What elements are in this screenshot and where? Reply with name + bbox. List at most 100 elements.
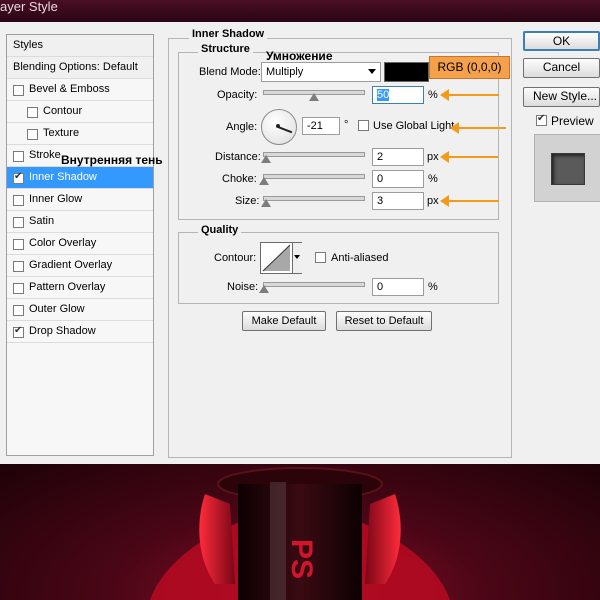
checkmark-icon: ✔ xyxy=(537,113,546,124)
background-artwork: PS xyxy=(0,464,600,600)
style-item-checkbox[interactable] xyxy=(27,107,38,118)
rocket-artwork: PS xyxy=(150,467,450,600)
anti-aliased-checkbox[interactable] xyxy=(315,252,326,263)
style-item-checkbox[interactable] xyxy=(27,129,38,140)
style-item-label: Inner Shadow xyxy=(29,171,97,183)
style-item-color-overlay[interactable]: Color Overlay xyxy=(7,233,153,255)
blending-options-label: Blending Options: Default xyxy=(13,61,138,73)
style-item-inner-shadow[interactable]: ✔ Inner Shadow xyxy=(7,167,153,189)
style-item-pattern-overlay[interactable]: Pattern Overlay xyxy=(7,277,153,299)
opacity-input[interactable]: 50 xyxy=(372,86,424,104)
style-item-gradient-overlay[interactable]: Gradient Overlay xyxy=(7,255,153,277)
new-style-button[interactable]: New Style... xyxy=(523,87,600,107)
angle-degree-unit: ° xyxy=(344,119,349,131)
annotation-inner-shadow: Внутренняя тень xyxy=(61,153,163,167)
blend-mode-label: Blend Mode: xyxy=(199,66,261,78)
choke-input[interactable]: 0 xyxy=(372,170,424,188)
style-item-checkbox[interactable]: ✔ xyxy=(13,171,24,184)
angle-dial-center xyxy=(276,124,280,128)
distance-slider-thumb[interactable] xyxy=(261,155,271,163)
style-item-checkbox[interactable] xyxy=(13,85,24,96)
style-item-drop-shadow[interactable]: ✔ Drop Shadow xyxy=(7,321,153,343)
choke-label: Choke: xyxy=(222,173,257,185)
angle-input[interactable]: -21 xyxy=(302,117,340,135)
title-bar: ayer Style xyxy=(0,0,600,22)
blend-mode-value: Multiply xyxy=(266,66,304,78)
checkmark-icon: ✔ xyxy=(14,171,23,182)
distance-unit: px xyxy=(427,151,439,163)
style-item-contour[interactable]: Contour xyxy=(7,101,153,123)
choke-slider[interactable] xyxy=(263,174,365,179)
reset-to-default-button[interactable]: Reset to Default xyxy=(336,311,432,331)
chevron-down-icon xyxy=(294,255,300,259)
size-slider-thumb[interactable] xyxy=(261,199,271,207)
contour-dropdown[interactable] xyxy=(292,243,302,273)
size-value: 3 xyxy=(377,195,384,207)
shadow-color-swatch[interactable] xyxy=(384,62,429,82)
annotation-arrow-size xyxy=(440,195,499,207)
style-item-texture[interactable]: Texture xyxy=(7,123,153,145)
styles-header-label: Styles xyxy=(13,39,43,51)
style-item-satin[interactable]: Satin xyxy=(7,211,153,233)
style-item-outer-glow[interactable]: Outer Glow xyxy=(7,299,153,321)
annotation-multiply: Умножение xyxy=(266,49,333,63)
style-item-label: Contour xyxy=(43,105,83,117)
angle-dial[interactable] xyxy=(261,109,297,145)
noise-slider-thumb[interactable] xyxy=(259,285,269,293)
style-item-label: Outer Glow xyxy=(29,303,85,315)
size-label: Size: xyxy=(235,195,260,207)
style-item-label: Pattern Overlay xyxy=(29,281,106,293)
noise-slider[interactable] xyxy=(263,282,365,287)
style-item-label: Satin xyxy=(29,215,55,227)
contour-picker[interactable] xyxy=(260,242,302,274)
inner-shadow-title: Inner Shadow xyxy=(189,28,268,40)
checkmark-icon: ✔ xyxy=(14,325,23,336)
annotation-rgb-badge: RGB (0,0,0) xyxy=(429,56,510,79)
size-slider[interactable] xyxy=(263,196,365,201)
style-item-checkbox[interactable] xyxy=(13,261,24,272)
angle-label: Angle: xyxy=(226,121,258,133)
quality-title: Quality xyxy=(198,224,242,236)
distance-slider[interactable] xyxy=(263,152,365,157)
svg-text:PS: PS xyxy=(285,539,318,579)
choke-unit: % xyxy=(428,173,438,185)
make-default-button[interactable]: Make Default xyxy=(242,311,326,331)
preview-swatch xyxy=(551,153,585,185)
styles-header[interactable]: Styles xyxy=(7,35,153,57)
ok-button[interactable]: OK xyxy=(523,31,600,51)
style-item-checkbox[interactable]: ✔ xyxy=(13,325,24,338)
style-item-checkbox[interactable] xyxy=(13,151,24,162)
style-item-label: Bevel & Emboss xyxy=(29,83,110,95)
choke-slider-thumb[interactable] xyxy=(259,177,269,185)
preview-checkbox[interactable]: ✔ xyxy=(536,113,547,126)
distance-input[interactable]: 2 xyxy=(372,148,424,166)
choke-value: 0 xyxy=(377,173,384,185)
noise-label: Noise: xyxy=(227,281,259,293)
angle-value: -21 xyxy=(307,120,323,132)
use-global-light-checkbox[interactable] xyxy=(358,120,369,131)
style-item-bevel-emboss[interactable]: Bevel & Emboss xyxy=(7,79,153,101)
noise-unit: % xyxy=(428,281,438,293)
blending-options-item[interactable]: Blending Options: Default xyxy=(7,57,153,79)
style-item-label: Color Overlay xyxy=(29,237,97,249)
anti-aliased-label: Anti-aliased xyxy=(331,252,389,264)
style-item-label: Inner Glow xyxy=(29,193,83,205)
style-item-checkbox[interactable] xyxy=(13,239,24,250)
style-item-checkbox[interactable] xyxy=(13,283,24,294)
opacity-label: Opacity: xyxy=(217,89,258,101)
opacity-value: 50 xyxy=(377,89,390,101)
style-item-checkbox[interactable] xyxy=(13,217,24,228)
angle-dial-needle xyxy=(277,126,293,133)
style-item-checkbox[interactable] xyxy=(13,305,24,316)
preview-label: Preview xyxy=(551,114,594,128)
cancel-button[interactable]: Cancel xyxy=(523,58,600,78)
opacity-slider-thumb[interactable] xyxy=(309,93,319,101)
noise-input[interactable]: 0 xyxy=(372,278,424,296)
style-item-inner-glow[interactable]: Inner Glow xyxy=(7,189,153,211)
blend-mode-select[interactable]: Multiply xyxy=(261,62,381,82)
style-item-checkbox[interactable] xyxy=(13,195,24,206)
chevron-down-icon xyxy=(368,69,376,74)
use-global-light-label: Use Global Light xyxy=(373,120,455,132)
size-input[interactable]: 3 xyxy=(372,192,424,210)
preview-thumbnail xyxy=(534,134,600,202)
